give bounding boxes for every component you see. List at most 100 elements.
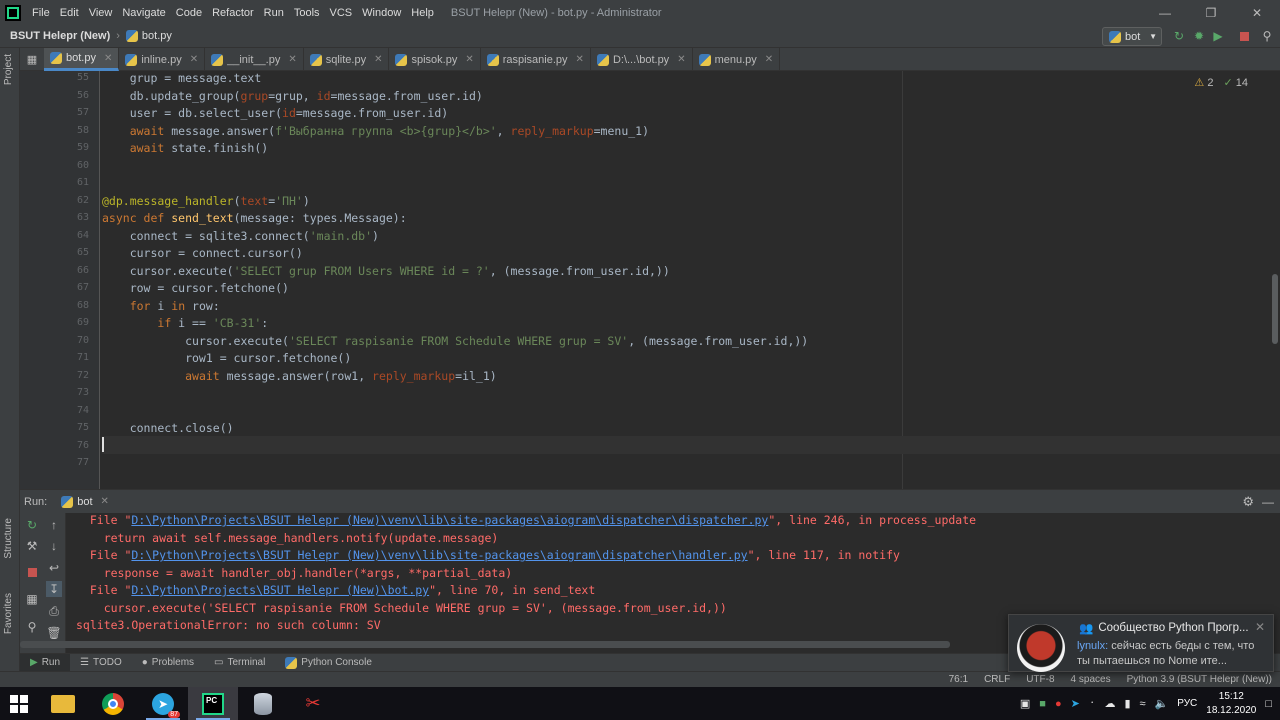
search-icon[interactable]: ⚲ (1260, 29, 1274, 43)
inspection-widget[interactable]: ⚠ 2 ✓ 14 (1194, 76, 1248, 89)
menu-window[interactable]: Window (357, 7, 406, 19)
coverage-icon[interactable]: ▶ (1211, 29, 1225, 43)
battery-icon[interactable]: ▮ (1124, 697, 1130, 710)
console-file-link[interactable]: D:\Python\Projects\BSUT Helepr (New)\ven… (131, 513, 768, 527)
menu-view[interactable]: View (84, 7, 118, 19)
taskbar-file-explorer[interactable] (38, 687, 88, 720)
close-tab-icon[interactable]: ✕ (677, 54, 685, 65)
wifi-icon[interactable]: ≈ (1140, 698, 1146, 710)
notifications-icon[interactable]: □ (1265, 698, 1272, 710)
bluetooth-icon[interactable]: ᛫ (1089, 698, 1096, 710)
favorites-tool-button[interactable]: Favorites (3, 593, 14, 634)
menu-edit[interactable]: Edit (55, 7, 84, 19)
cloud-icon[interactable]: ☁ (1104, 697, 1115, 710)
code-line[interactable]: cursor.execute('SELECT raspisanie FROM S… (102, 333, 808, 351)
tray-antivirus-icon[interactable]: ● (1055, 698, 1062, 710)
minimize-button[interactable]: — (1142, 0, 1188, 25)
rerun-icon[interactable]: ↻ (1172, 29, 1186, 43)
indent-setting[interactable]: 4 spaces (1063, 674, 1119, 685)
layout-icon[interactable]: ▦ (24, 591, 40, 607)
code-line[interactable]: async def send_text(message: types.Messa… (102, 210, 407, 228)
code-line[interactable]: if i == 'СВ-31': (102, 315, 268, 333)
menu-vcs[interactable]: VCS (325, 7, 358, 19)
code-line[interactable]: row = cursor.fetchone() (102, 280, 289, 298)
tab-sqlite-py[interactable]: sqlite.py ✕ (304, 48, 390, 71)
warning-count[interactable]: ⚠ 2 (1194, 76, 1213, 89)
tab-bot-py[interactable]: bot.py ✕ (44, 48, 120, 71)
arrow-up-icon[interactable]: ↑ (46, 517, 62, 533)
tab-spisok-py[interactable]: spisok.py ✕ (389, 48, 481, 71)
code-line[interactable]: for i in row: (102, 298, 220, 316)
scroll-to-end-icon[interactable]: ↧ (46, 581, 62, 597)
tool-window-python-console[interactable]: Python Console (275, 654, 382, 672)
arrow-down-icon[interactable]: ↓ (46, 538, 62, 554)
taskbar-pycharm[interactable]: PC (188, 687, 238, 720)
menu-file[interactable]: File (27, 7, 55, 19)
run-tab-bot[interactable]: bot ✕ (61, 495, 109, 508)
code-line[interactable]: user = db.select_user(id=message.from_us… (102, 105, 449, 123)
windows-start-button[interactable] (0, 687, 38, 720)
python-interpreter[interactable]: Python 3.9 (BSUT Helepr (New)) (1119, 674, 1280, 685)
volume-icon[interactable]: 🔈 (1155, 697, 1169, 710)
wrench-icon[interactable]: ⚒ (24, 538, 40, 554)
taskbar-snipping-tool[interactable]: ✂ (288, 687, 338, 720)
tab-d-bot-py[interactable]: D:\...\bot.py ✕ (591, 48, 693, 71)
restore-button[interactable]: ❐ (1188, 0, 1234, 25)
code-editor[interactable]: 55 56 57 58 59 60 61 62 63 64 65 66 67 68 69 70 71 72 73 74… (20, 71, 1280, 489)
tray-app-icon[interactable]: ▣ (1020, 697, 1030, 710)
close-tab-icon[interactable]: ✕ (104, 53, 112, 64)
tab-menu-py[interactable]: menu.py ✕ (693, 48, 781, 71)
telegram-notification[interactable]: 👥 Сообщество Python Прогр... lynulx: сей… (1008, 614, 1274, 672)
run-configuration-select[interactable]: bot ▼ (1102, 27, 1162, 46)
close-tab-icon[interactable]: ✕ (101, 496, 109, 507)
code-line[interactable]: grup = message.text (102, 71, 262, 88)
close-tab-icon[interactable]: ✕ (190, 54, 198, 65)
line-separator[interactable]: CRLF (976, 674, 1018, 685)
taskbar-telegram[interactable]: ➤ 87 (138, 687, 188, 720)
tray-nvidia-icon[interactable]: ■ (1039, 698, 1046, 710)
code-line[interactable]: await state.finish() (102, 140, 268, 158)
code-line[interactable]: db.update_group(grup=grup, id=message.fr… (102, 88, 483, 106)
code-line[interactable]: await message.answer(row1, reply_markup=… (102, 368, 497, 386)
code-line[interactable]: cursor.execute('SELECT grup FROM Users W… (102, 263, 670, 281)
close-tab-icon[interactable]: ✕ (288, 54, 296, 65)
tool-window-terminal[interactable]: ▭ Terminal (204, 654, 275, 672)
debug-icon[interactable]: ✹ (1192, 29, 1206, 43)
console-file-link[interactable]: D:\Python\Projects\BSUT Helepr (New)\ven… (131, 548, 747, 562)
trash-icon[interactable]: 🗑 (46, 625, 62, 641)
taskbar-chrome[interactable] (88, 687, 138, 720)
menu-help[interactable]: Help (406, 7, 439, 19)
structure-tool-button[interactable]: Structure (3, 518, 14, 559)
stop-button[interactable] (24, 564, 40, 580)
console-file-link[interactable]: D:\Python\Projects\BSUT Helepr (New)\bot… (131, 583, 429, 597)
weak-warning-count[interactable]: ✓ 14 (1223, 76, 1248, 89)
code-line[interactable]: connect = sqlite3.connect('main.db') (102, 228, 379, 246)
close-tab-icon[interactable]: ✕ (576, 54, 584, 65)
menu-refactor[interactable]: Refactor (207, 7, 259, 19)
taskbar-db-browser[interactable] (238, 687, 288, 720)
clock[interactable]: 15:12 18.12.2020 (1206, 690, 1256, 718)
hide-panel-icon[interactable]: — (1262, 495, 1274, 509)
stop-button[interactable] (1237, 29, 1251, 43)
breadcrumb-file[interactable]: bot.py (125, 30, 172, 42)
code-line[interactable]: cursor = connect.cursor() (102, 245, 303, 263)
caret-position[interactable]: 76:1 (941, 674, 976, 685)
tab-raspisanie-py[interactable]: raspisanie.py ✕ (481, 48, 591, 71)
print-icon[interactable]: ⎙ (46, 603, 62, 619)
pin-icon[interactable]: ⚲ (24, 619, 40, 635)
tool-window-problems[interactable]: ● Problems (132, 654, 204, 672)
menu-code[interactable]: Code (171, 7, 207, 19)
tool-window-todo[interactable]: ☰ TODO (70, 654, 132, 672)
close-window-button[interactable]: ✕ (1234, 0, 1280, 25)
console-scrollbar[interactable] (20, 641, 950, 648)
menu-run[interactable]: Run (259, 7, 289, 19)
code-line[interactable]: await message.answer(f'Выбранна группа <… (102, 123, 649, 141)
breadcrumb-project[interactable]: BSUT Helepr (New) (0, 30, 110, 42)
tab-inline-py[interactable]: inline.py ✕ (119, 48, 206, 71)
close-tab-icon[interactable]: ✕ (765, 54, 773, 65)
code-line[interactable]: row1 = cursor.fetchone() (102, 350, 351, 368)
code-line[interactable]: @dp.message_handler(text='ПН') (102, 193, 310, 211)
editor-scrollbar[interactable] (1272, 274, 1278, 344)
project-tool-button[interactable]: Project (3, 54, 14, 85)
menu-tools[interactable]: Tools (289, 7, 325, 19)
